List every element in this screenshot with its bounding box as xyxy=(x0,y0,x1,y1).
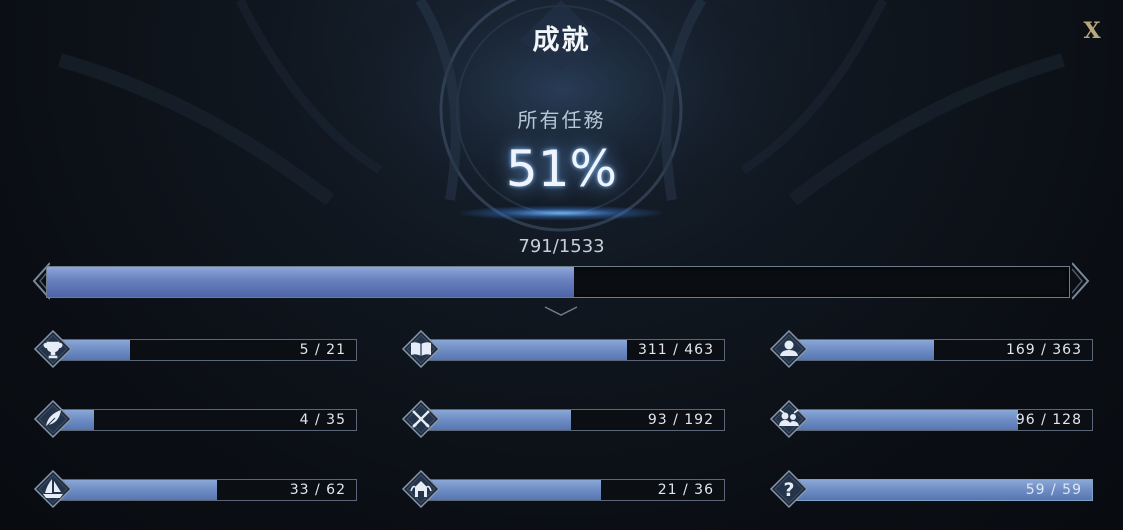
category-trophy[interactable]: 5 / 21 xyxy=(33,329,357,369)
question-mark-icon: ? xyxy=(769,469,809,509)
category-count: 93 / 192 xyxy=(647,412,714,428)
category-progress-bar: 4 / 35 xyxy=(59,409,357,431)
category-unknown[interactable]: 59 / 59 ? xyxy=(769,469,1093,509)
overall-count: 791/1533 xyxy=(518,236,605,257)
category-progress-fill xyxy=(428,480,601,500)
category-castle-crest[interactable]: 21 / 36 xyxy=(401,469,725,509)
book-icon xyxy=(401,329,441,369)
category-count: 169 / 363 xyxy=(1005,342,1082,358)
overall-progress-bar xyxy=(46,266,1070,298)
window-title: 成就 xyxy=(532,25,591,56)
category-ship[interactable]: 33 / 62 xyxy=(33,469,357,509)
category-count: 4 / 35 xyxy=(299,412,346,428)
category-count: 59 / 59 xyxy=(1025,482,1082,498)
category-count: 21 / 36 xyxy=(657,482,714,498)
category-group-battle[interactable]: 96 / 128 xyxy=(769,399,1093,439)
person-icon xyxy=(769,329,809,369)
category-progress-bar: 21 / 36 xyxy=(427,479,725,501)
category-progress-fill xyxy=(428,340,627,360)
ship-icon xyxy=(33,469,73,509)
category-count: 33 / 62 xyxy=(289,482,346,498)
trophy-icon xyxy=(33,329,73,369)
category-progress-bar: 93 / 192 xyxy=(427,409,725,431)
overall-progress-fill xyxy=(47,267,575,297)
svg-text:?: ? xyxy=(783,479,794,501)
category-count: 311 / 463 xyxy=(637,342,714,358)
category-book[interactable]: 311 / 463 xyxy=(401,329,725,369)
chevron-down-icon xyxy=(544,306,578,316)
category-progress-bar: 169 / 363 xyxy=(795,339,1093,361)
overall-label: 所有任務 xyxy=(517,108,606,132)
category-count: 5 / 21 xyxy=(299,342,346,358)
bar-right-cap xyxy=(1072,262,1090,300)
category-progress-fill xyxy=(796,340,934,360)
close-button[interactable]: X xyxy=(1079,18,1105,44)
category-progress-fill xyxy=(428,410,572,430)
castle-crest-icon xyxy=(401,469,441,509)
category-swords[interactable]: 93 / 192 xyxy=(401,399,725,439)
category-progress-bar: 96 / 128 xyxy=(795,409,1093,431)
crossed-swords-icon xyxy=(401,399,441,439)
category-progress-bar: 5 / 21 xyxy=(59,339,357,361)
feather-icon xyxy=(33,399,73,439)
overall-glow xyxy=(461,206,661,220)
category-person[interactable]: 169 / 363 xyxy=(769,329,1093,369)
category-progress-bar: 59 / 59 xyxy=(795,479,1093,501)
category-feather[interactable]: 4 / 35 xyxy=(33,399,357,439)
category-progress-bar: 33 / 62 xyxy=(59,479,357,501)
category-progress-bar: 311 / 463 xyxy=(427,339,725,361)
group-battle-icon xyxy=(769,399,809,439)
category-progress-fill xyxy=(60,480,218,500)
category-count: 96 / 128 xyxy=(1015,412,1082,428)
category-progress-fill xyxy=(796,410,1018,430)
overall-percent: 51% xyxy=(505,140,618,198)
